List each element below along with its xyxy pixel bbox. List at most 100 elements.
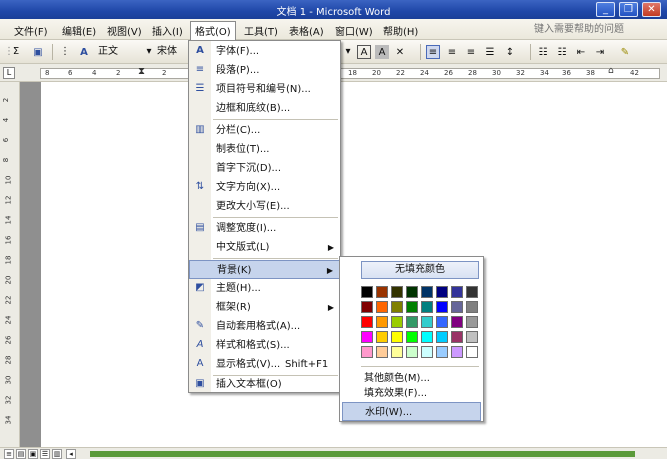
menu-item-background[interactable]: 背景(K) ▶	[189, 260, 340, 279]
color-swatch[interactable]	[391, 346, 403, 358]
menu-item-insert-textbox[interactable]: ▣ 插入文本框(O)	[189, 375, 340, 394]
menu-item-reveal-formatting[interactable]: A 显示格式(V)... Shift+F1	[189, 355, 340, 374]
color-swatch[interactable]	[361, 286, 373, 298]
style-dropdown-icon[interactable]: ▾	[145, 44, 153, 60]
menu-item-styles-formatting[interactable]: A 样式和格式(S)...	[189, 336, 340, 355]
color-swatch[interactable]	[391, 316, 403, 328]
color-swatch[interactable]	[421, 331, 433, 343]
char-border-icon[interactable]: A	[357, 45, 371, 59]
menu-help[interactable]: 帮助(H)	[379, 22, 422, 38]
color-swatch[interactable]	[376, 301, 388, 313]
menu-item-font[interactable]: A 字体(F)...	[189, 42, 340, 61]
increase-indent-icon[interactable]: ⇥	[593, 45, 607, 59]
style-select[interactable]: 正文	[98, 44, 148, 60]
bullets-icon[interactable]: ☷	[555, 45, 569, 59]
save-icon[interactable]: ▣	[31, 45, 45, 59]
menu-format[interactable]: 格式(O)	[190, 21, 236, 40]
menu-file[interactable]: 文件(F)	[10, 22, 52, 38]
outline-view-button[interactable]: ☰	[40, 449, 50, 459]
maximize-button[interactable]: ❐	[619, 2, 638, 17]
color-swatch[interactable]	[436, 346, 448, 358]
color-swatch[interactable]	[376, 286, 388, 298]
decrease-indent-icon[interactable]: ⇤	[574, 45, 588, 59]
scroll-left-button[interactable]: ◂	[66, 449, 76, 459]
char-scaling-icon[interactable]: ✕	[393, 45, 407, 59]
color-swatch[interactable]	[466, 316, 478, 328]
color-swatch[interactable]	[466, 301, 478, 313]
char-shading-icon[interactable]: A	[375, 45, 389, 59]
minimize-button[interactable]: _	[596, 2, 615, 17]
normal-view-button[interactable]: ≡	[4, 449, 14, 459]
menu-item-change-case[interactable]: 更改大小写(E)...	[189, 197, 340, 216]
menu-item-text-direction[interactable]: ⇅ 文字方向(X)...	[189, 178, 340, 197]
color-swatch[interactable]	[466, 346, 478, 358]
menu-item-drop-cap[interactable]: 首字下沉(D)...	[189, 159, 340, 178]
color-swatch[interactable]	[421, 301, 433, 313]
color-swatch[interactable]	[406, 301, 418, 313]
color-swatch[interactable]	[451, 331, 463, 343]
print-view-button[interactable]: ▣	[28, 449, 38, 459]
toolbar-grip[interactable]: ⋮	[4, 44, 14, 60]
menu-item-columns[interactable]: ▥ 分栏(C)...	[189, 121, 340, 140]
menu-window[interactable]: 窗口(W)	[331, 22, 377, 38]
color-swatch[interactable]	[361, 301, 373, 313]
menu-item-frames[interactable]: 框架(R) ▶	[189, 298, 340, 317]
color-swatch[interactable]	[421, 316, 433, 328]
color-swatch[interactable]	[391, 286, 403, 298]
first-line-indent-icon[interactable]: ⧗	[138, 66, 145, 77]
chevron-down-icon[interactable]: ▾	[344, 44, 352, 60]
color-swatch[interactable]	[436, 331, 448, 343]
no-fill-button[interactable]: 无填充颜色	[361, 261, 479, 279]
numbering-icon[interactable]: ☷	[536, 45, 550, 59]
menu-item-tabs[interactable]: 制表位(T)...	[189, 140, 340, 159]
fill-effects-item[interactable]: 填充效果(F)...	[342, 384, 481, 403]
color-swatch[interactable]	[421, 346, 433, 358]
menu-item-fit-width[interactable]: ▤ 调整宽度(I)...	[189, 219, 340, 238]
menu-edit[interactable]: 编辑(E)	[58, 22, 100, 38]
web-view-button[interactable]: ▤	[16, 449, 26, 459]
close-button[interactable]: ✕	[642, 2, 661, 17]
menu-item-borders-shading[interactable]: 边框和底纹(B)...	[189, 99, 340, 118]
align-center-icon[interactable]: ≡	[445, 45, 459, 59]
color-swatch[interactable]	[376, 331, 388, 343]
color-swatch[interactable]	[406, 346, 418, 358]
color-swatch[interactable]	[406, 286, 418, 298]
font-select[interactable]: 宋体	[157, 44, 187, 60]
color-swatch[interactable]	[376, 316, 388, 328]
menu-view[interactable]: 视图(V)	[103, 22, 146, 38]
color-swatch[interactable]	[376, 346, 388, 358]
menu-item-asian-layout[interactable]: 中文版式(L) ▶	[189, 238, 340, 257]
menu-item-bullets-numbering[interactable]: ☰ 项目符号和编号(N)...	[189, 80, 340, 99]
color-swatch[interactable]	[361, 316, 373, 328]
menu-tools[interactable]: 工具(T)	[240, 22, 282, 38]
color-swatch[interactable]	[466, 331, 478, 343]
watermark-item[interactable]: 水印(W)...	[342, 402, 481, 421]
menu-table[interactable]: 表格(A)	[285, 22, 328, 38]
color-swatch[interactable]	[406, 331, 418, 343]
line-spacing-icon[interactable]: ↕	[503, 45, 517, 59]
highlight-icon[interactable]: ✎	[618, 45, 632, 59]
align-justify-icon[interactable]: ≡	[426, 45, 440, 59]
menu-item-autoformat[interactable]: ✎ 自动套用格式(A)...	[189, 317, 340, 336]
color-swatch[interactable]	[451, 316, 463, 328]
color-swatch[interactable]	[391, 301, 403, 313]
color-swatch[interactable]	[436, 286, 448, 298]
menu-item-paragraph[interactable]: ≡ 段落(P)...	[189, 61, 340, 80]
color-swatch[interactable]	[391, 331, 403, 343]
color-swatch[interactable]	[421, 286, 433, 298]
sigma-icon[interactable]: Σ	[12, 44, 20, 60]
color-swatch[interactable]	[451, 286, 463, 298]
color-swatch[interactable]	[436, 316, 448, 328]
toolbar-grip-2[interactable]: ⋮	[60, 44, 70, 60]
menu-insert[interactable]: 插入(I)	[148, 22, 187, 38]
color-swatch[interactable]	[361, 331, 373, 343]
reading-view-button[interactable]: ▥	[52, 449, 62, 459]
distribute-icon[interactable]: ☰	[483, 45, 497, 59]
color-swatch[interactable]	[436, 301, 448, 313]
color-swatch[interactable]	[451, 301, 463, 313]
color-swatch[interactable]	[466, 286, 478, 298]
color-swatch[interactable]	[361, 346, 373, 358]
tab-selector[interactable]: L	[3, 67, 15, 79]
styles-pane-icon[interactable]: A	[77, 45, 91, 59]
menu-item-theme[interactable]: ◩ 主题(H)...	[189, 279, 340, 298]
